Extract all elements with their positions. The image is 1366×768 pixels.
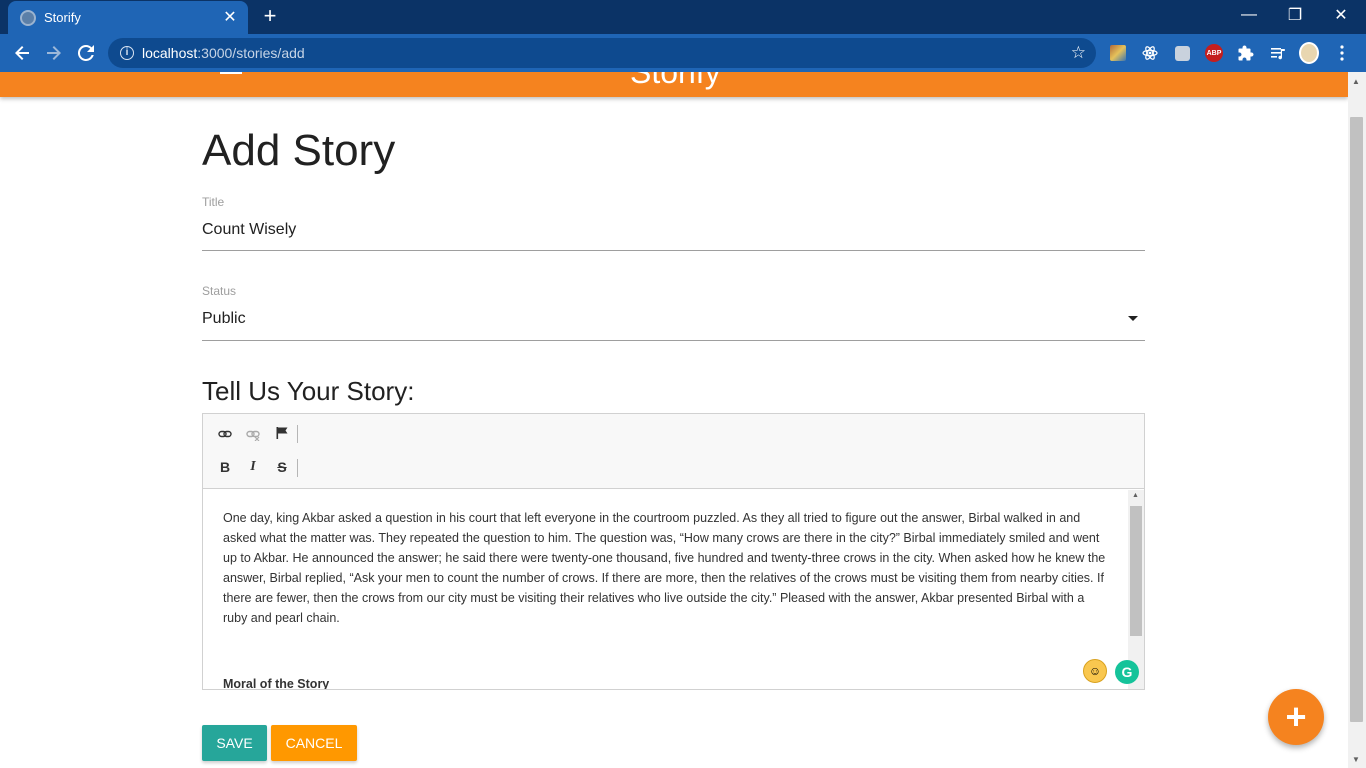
minimize-button[interactable]: — — [1226, 0, 1272, 30]
toolbar-separator — [297, 425, 298, 443]
browser-toolbar: i localhost:3000/stories/add ☆ ABP — [0, 34, 1366, 72]
adblock-plus-icon[interactable]: ABP — [1204, 43, 1224, 63]
italic-button[interactable]: I — [243, 457, 263, 477]
window-close-button[interactable]: ✕ — [1318, 0, 1364, 30]
restore-button[interactable]: ❐ — [1272, 0, 1318, 30]
title-label: Title — [202, 195, 225, 209]
tab-title: Storify — [44, 10, 81, 25]
forward-button[interactable] — [41, 40, 67, 66]
extension-image-icon[interactable] — [1108, 43, 1128, 63]
save-button[interactable]: SAVE — [202, 725, 267, 761]
story-paragraph: One day, king Akbar asked a question in … — [223, 511, 1106, 625]
title-underline — [202, 250, 1145, 251]
unlink-icon[interactable] — [243, 424, 263, 444]
reload-icon — [78, 45, 94, 61]
scroll-up-arrow-icon[interactable]: ▲ — [1352, 77, 1360, 86]
reload-button[interactable] — [73, 40, 99, 66]
story-editor: B I S One day, king Akbar asked a questi… — [202, 413, 1145, 690]
bookmark-star-icon[interactable]: ☆ — [1071, 43, 1086, 63]
page-scroll-thumb[interactable] — [1350, 117, 1363, 722]
media-queue-icon[interactable] — [1268, 43, 1288, 63]
grammarly-icon[interactable]: G — [1115, 660, 1139, 684]
browser-tab[interactable]: Storify ✕ — [8, 1, 248, 34]
close-tab-icon[interactable]: ✕ — [222, 9, 238, 26]
new-tab-button[interactable]: + — [258, 5, 282, 29]
extensions-puzzle-icon[interactable] — [1236, 43, 1256, 63]
title-input[interactable]: Count Wisely — [202, 221, 296, 239]
link-icon[interactable] — [215, 424, 235, 444]
emoji-icon[interactable]: ☺ — [1083, 659, 1107, 683]
scroll-up-arrow-icon[interactable]: ▲ — [1132, 492, 1139, 499]
editor-content[interactable]: One day, king Akbar asked a question in … — [203, 490, 1127, 689]
back-button[interactable] — [9, 40, 35, 66]
strike-button[interactable]: S — [272, 457, 292, 477]
arrow-left-icon — [15, 46, 29, 60]
dropdown-caret-icon[interactable] — [1128, 316, 1138, 321]
url-text: localhost:3000/stories/add — [142, 45, 305, 61]
status-select[interactable]: Public — [202, 310, 246, 328]
scroll-down-arrow-icon[interactable]: ▼ — [1352, 755, 1360, 764]
anchor-flag-icon[interactable] — [272, 423, 292, 443]
hamburger-menu-icon[interactable] — [220, 72, 242, 74]
arrow-right-icon — [47, 46, 61, 60]
browser-menu-icon[interactable] — [1332, 43, 1352, 63]
page-title: Add Story — [202, 126, 396, 175]
app-navbar: Storify — [0, 72, 1348, 97]
status-underline — [202, 340, 1145, 341]
editor-scroll-thumb[interactable] — [1130, 506, 1142, 636]
editor-scrollbar[interactable]: ▲ — [1128, 490, 1144, 689]
cancel-button[interactable]: CANCEL — [271, 725, 357, 761]
profile-avatar[interactable] — [1299, 42, 1319, 64]
browser-tabbar: Storify ✕ + — ❐ ✕ — [0, 0, 1366, 34]
editor-toolbar: B I S — [203, 414, 1144, 489]
story-label: Tell Us Your Story: — [202, 376, 415, 406]
toolbar-separator — [297, 459, 298, 477]
status-label: Status — [202, 284, 237, 298]
brand-logo[interactable]: Storify — [630, 72, 721, 91]
globe-icon — [20, 9, 36, 26]
page-content: Storify Add Story Title Count Wisely Sta… — [0, 72, 1348, 768]
moral-heading: Moral of the Story — [223, 677, 330, 689]
extension-square-icon[interactable] — [1172, 43, 1192, 63]
add-story-fab[interactable]: + — [1268, 689, 1324, 745]
site-info-icon[interactable]: i — [120, 46, 134, 60]
address-bar[interactable]: i localhost:3000/stories/add ☆ — [108, 38, 1096, 68]
bold-button[interactable]: B — [215, 457, 235, 477]
react-devtools-icon[interactable] — [1140, 43, 1160, 63]
